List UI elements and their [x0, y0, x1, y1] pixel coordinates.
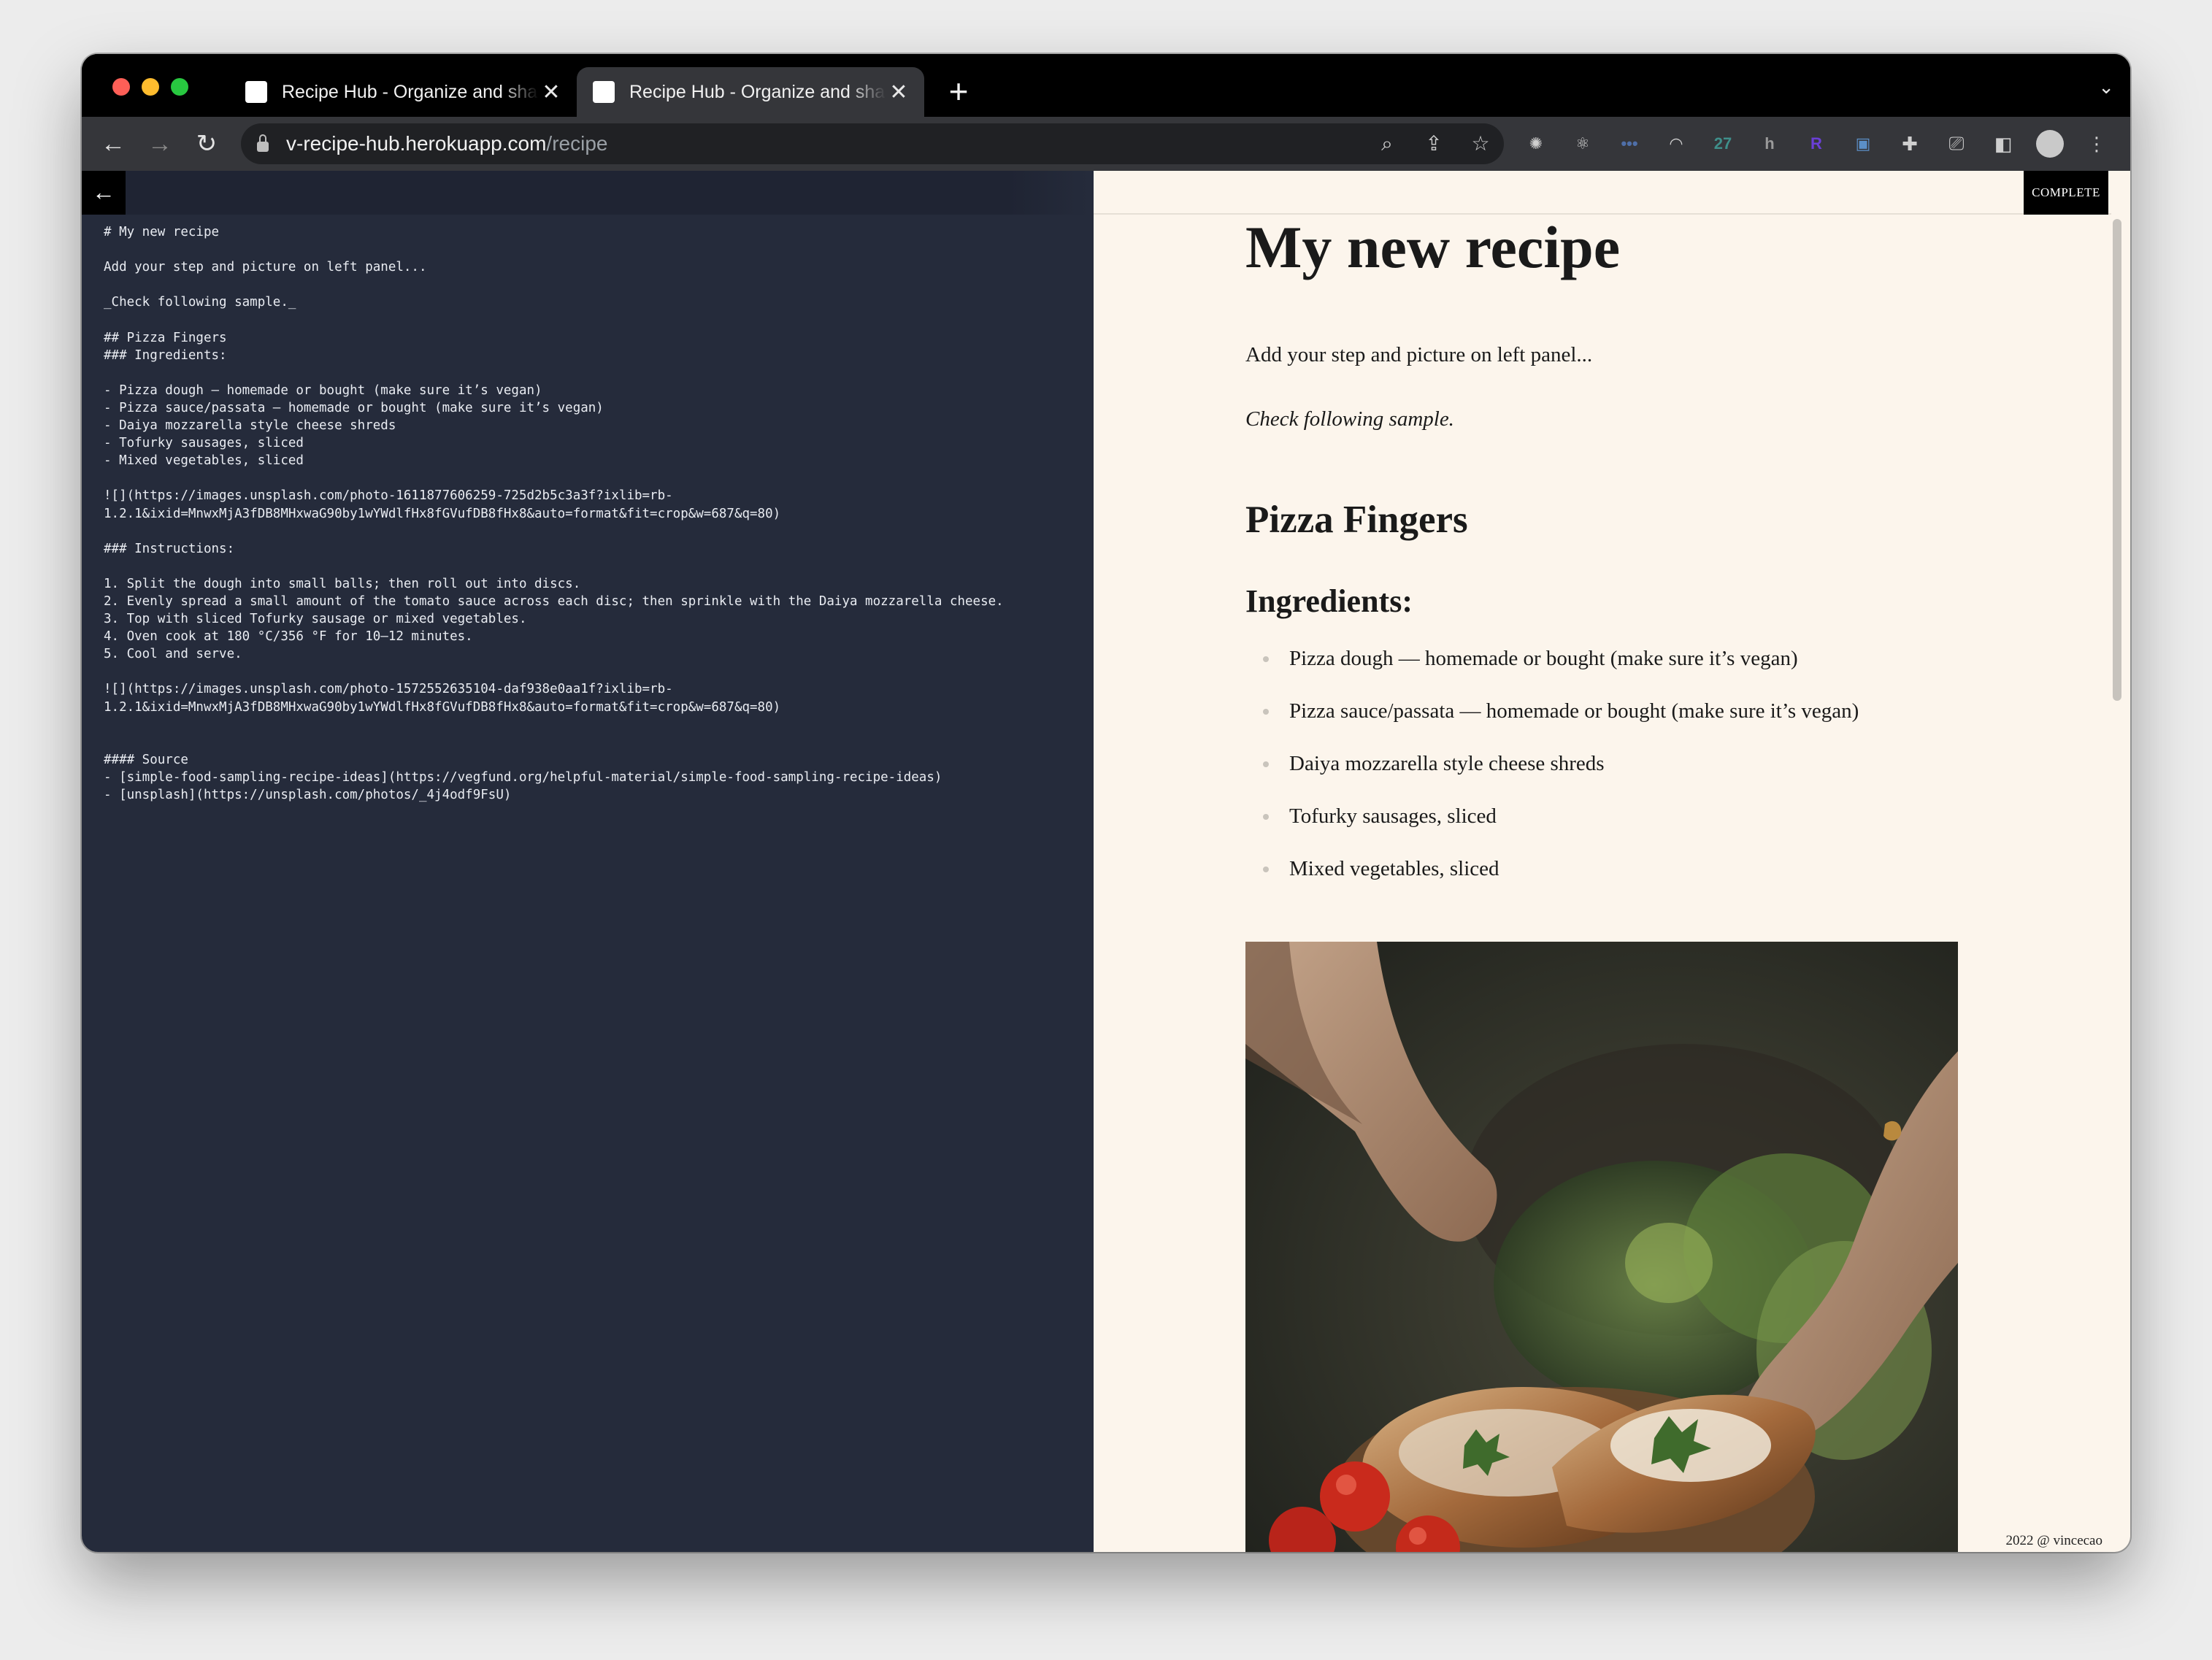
recipe-preview-panel: COMPLETE My new recipe Add your step and…	[1094, 171, 2130, 1552]
openai-icon[interactable]: ✺	[1517, 125, 1555, 163]
chevron-down-icon[interactable]: ⌄	[2098, 76, 2114, 99]
calendar-extension-icon[interactable]: 27	[1704, 125, 1742, 163]
scrollbar-thumb[interactable]	[2113, 219, 2121, 701]
forward-arrow-icon[interactable]: →	[142, 126, 178, 162]
markdown-editor-text[interactable]: # My new recipe Add your step and pictur…	[104, 223, 1004, 804]
new-tab-plus-icon[interactable]: +	[940, 73, 977, 109]
page-content: ← # My new recipe Add your step and pict…	[82, 171, 2130, 1552]
browser-tab[interactable]: Recipe Hub - Organize and sha ✕	[229, 67, 577, 117]
zoom-window-button[interactable]	[171, 78, 188, 96]
url-host: v-recipe-hub.herokuapp.com	[286, 132, 547, 155]
back-arrow-icon[interactable]: ←	[82, 171, 126, 215]
tab-strip: Recipe Hub - Organize and sha ✕ Recipe H…	[82, 54, 2130, 117]
react-devtools-icon-glyph: ⚛	[1575, 134, 1590, 153]
back-arrow-icon[interactable]: ←	[95, 126, 131, 162]
kebab-menu-icon[interactable]: ⋮	[2078, 125, 2116, 163]
intro-text: Add your step and picture on left panel.…	[1245, 343, 1593, 366]
browser-tab-active[interactable]: Recipe Hub - Organize and sha ✕	[577, 67, 924, 117]
r-extension-icon-glyph: R	[1810, 134, 1822, 153]
minimize-window-button[interactable]	[142, 78, 159, 96]
ingredient-item: Mixed vegetables, sliced	[1245, 856, 1859, 908]
close-icon[interactable]: ✕	[539, 80, 564, 105]
complete-button[interactable]: COMPLETE	[2024, 171, 2108, 215]
screenshot-extension-icon[interactable]: ▣	[1844, 125, 1882, 163]
recipe-hub-favicon-icon	[245, 81, 267, 103]
footer-credit: 2022 @ vincecao	[2005, 1533, 2102, 1548]
share-icon[interactable]: ⇪	[1410, 123, 1457, 164]
calendar-extension-icon-glyph: 27	[1713, 134, 1732, 153]
tab-title: Recipe Hub - Organize and sha	[629, 81, 886, 102]
translate-extension-icon-glyph: h	[1764, 134, 1775, 153]
extensions-bar: ✺ ⚛ ••• ◠ 27 h R ▣ ✚ ⎚ ◧ ⋮	[1517, 125, 2124, 163]
pizza-photo	[1245, 942, 1958, 1552]
editor-header	[82, 171, 1089, 215]
recipe-hub-favicon-icon	[593, 81, 615, 103]
reload-icon[interactable]: ↻	[188, 126, 225, 162]
tab-title: Recipe Hub - Organize and sha	[282, 81, 538, 102]
markdown-editor-panel: ← # My new recipe Add your step and pict…	[82, 171, 1094, 1552]
side-panel-icon[interactable]: ◧	[1984, 125, 2022, 163]
r-extension-icon[interactable]: R	[1797, 125, 1835, 163]
ingredients-list: Pizza dough — homemade or bought (make s…	[1245, 645, 1859, 908]
ingredient-item: Daiya mozzarella style cheese shreds	[1245, 750, 1859, 803]
arc-extension-icon-glyph: ◠	[1670, 134, 1683, 153]
arc-extension-icon[interactable]: ◠	[1657, 125, 1695, 163]
recipe-name-heading: Pizza Fingers	[1245, 499, 1468, 541]
sample-note: Check following sample.	[1245, 407, 1454, 431]
zoom-icon[interactable]: ⌕	[1364, 123, 1410, 164]
ingredient-item: Pizza sauce/passata — homemade or bought…	[1245, 698, 1859, 750]
translate-extension-icon[interactable]: h	[1751, 125, 1789, 163]
lock-icon	[257, 134, 269, 152]
ingredients-heading: Ingredients:	[1245, 583, 1413, 619]
more-dots-extension-icon-glyph: •••	[1621, 134, 1638, 153]
recipe-title: My new recipe	[1245, 214, 1621, 280]
close-icon[interactable]: ✕	[886, 80, 911, 105]
profile-avatar[interactable]	[2031, 125, 2069, 163]
scrollbar[interactable]	[2110, 215, 2123, 1552]
close-window-button[interactable]	[112, 78, 130, 96]
url-path: /recipe	[546, 132, 608, 155]
address-bar[interactable]: v-recipe-hub.herokuapp.com/recipe ⌕ ⇪ ☆	[241, 123, 1504, 164]
browser-window: Recipe Hub - Organize and sha ✕ Recipe H…	[82, 54, 2130, 1552]
openai-icon-glyph: ✺	[1529, 134, 1543, 153]
react-devtools-icon[interactable]: ⚛	[1564, 125, 1602, 163]
browser-toolbar: ← → ↻ v-recipe-hub.herokuapp.com/recipe …	[82, 117, 2130, 171]
ingredient-item: Pizza dough — homemade or bought (make s…	[1245, 645, 1859, 698]
screenshot-extension-icon-glyph: ▣	[1855, 134, 1871, 153]
cast-icon[interactable]: ⎚	[1938, 125, 1975, 163]
puzzle-extensions-icon[interactable]: ✚	[1891, 125, 1929, 163]
more-dots-extension-icon[interactable]: •••	[1610, 125, 1648, 163]
ingredient-item: Tofurky sausages, sliced	[1245, 803, 1859, 856]
bookmark-star-icon[interactable]: ☆	[1457, 123, 1504, 164]
